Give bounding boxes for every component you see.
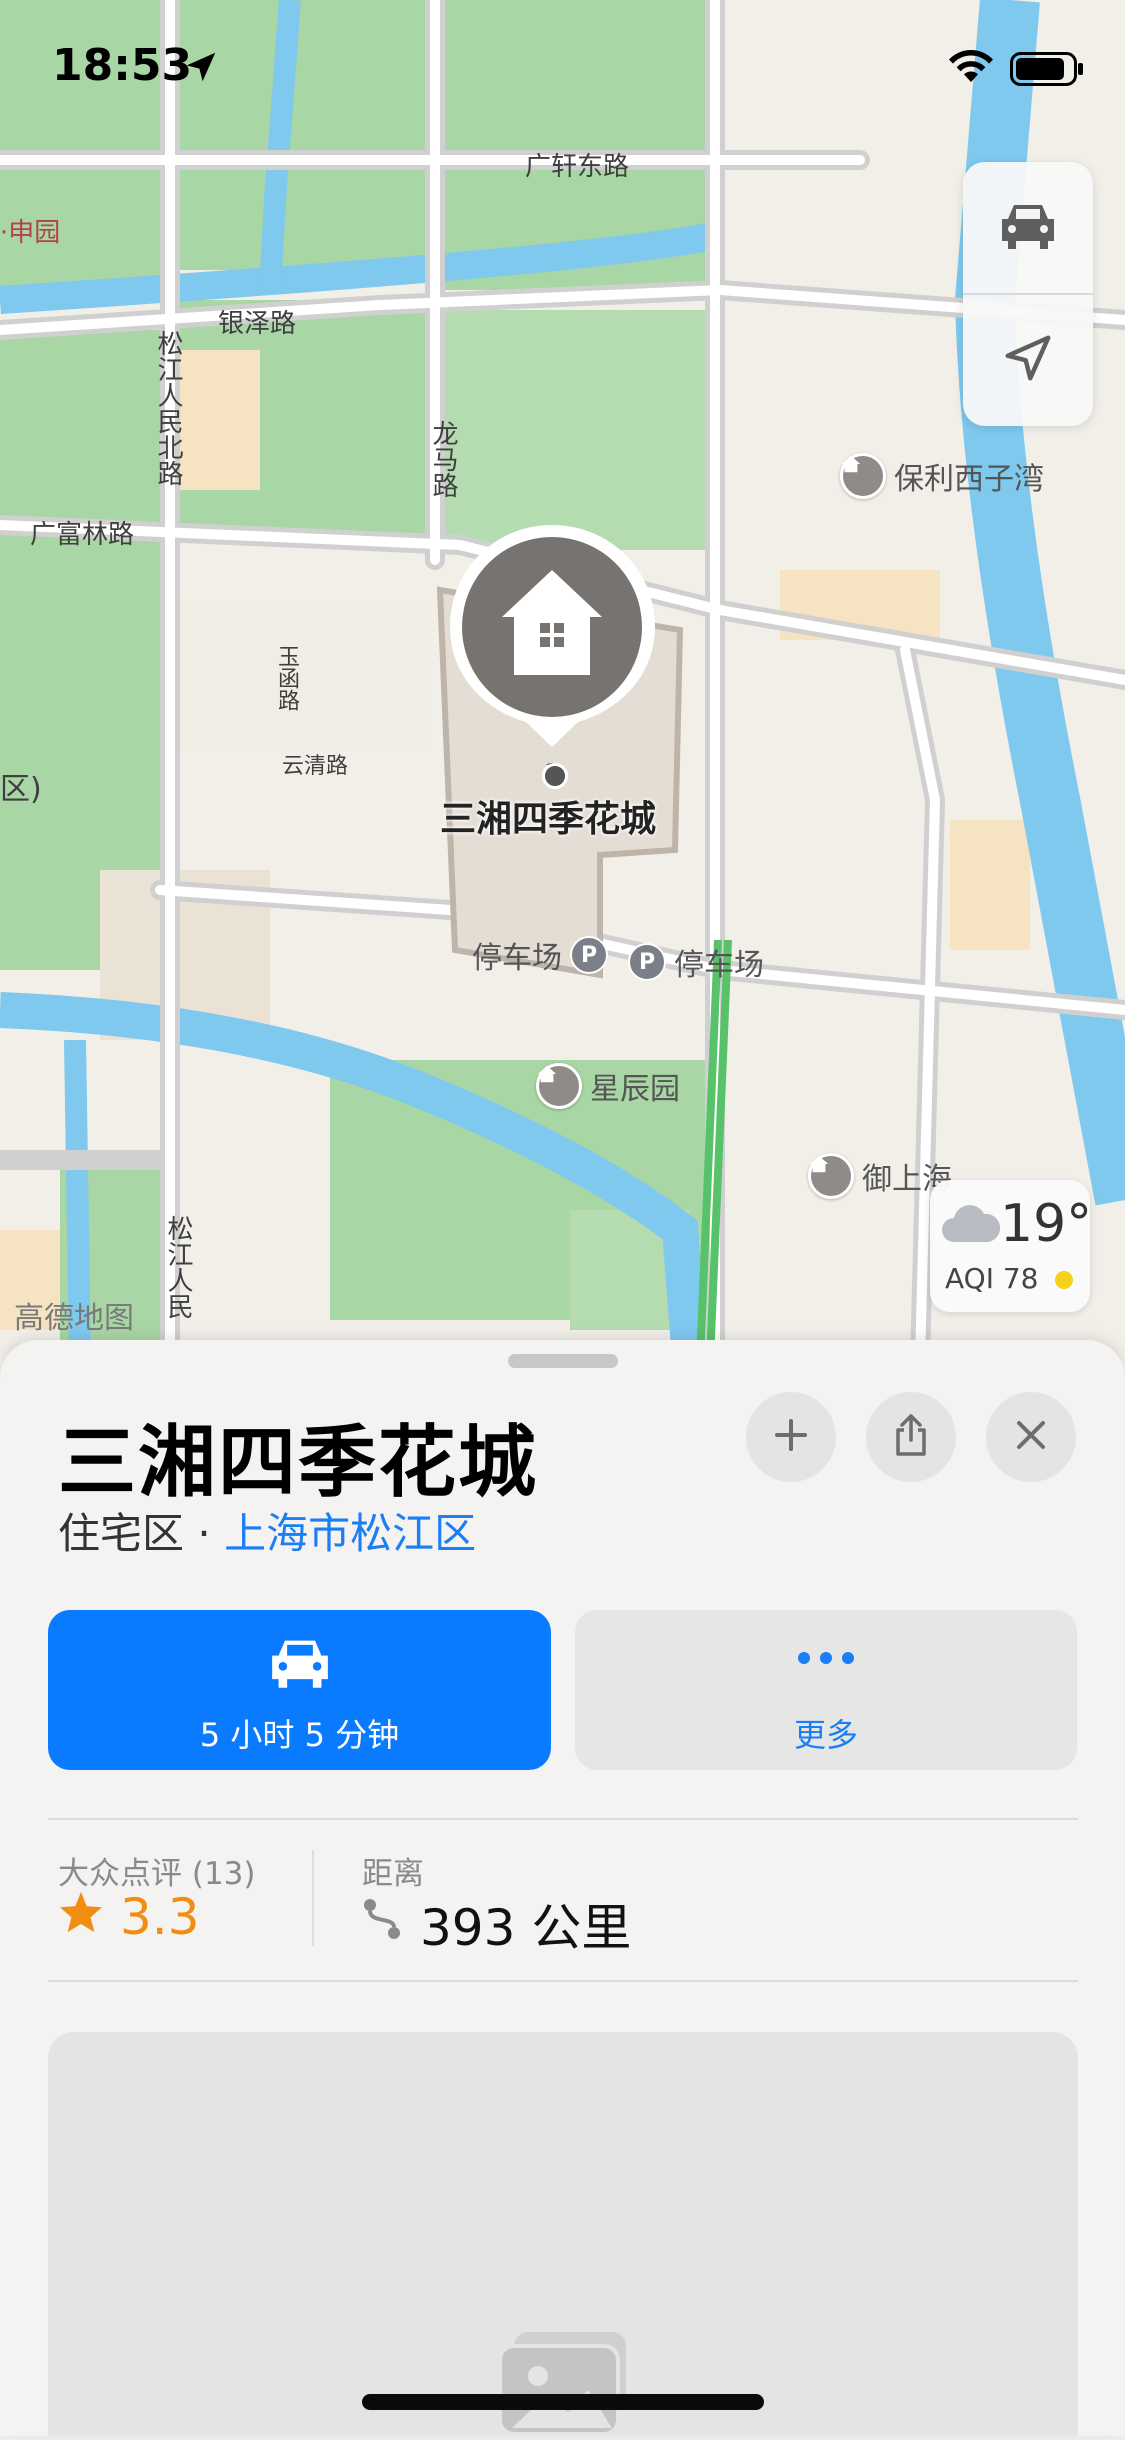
navigate-arrow-icon [1001,331,1055,389]
sheet-grabber[interactable] [508,1354,618,1368]
transport-mode-button[interactable] [963,162,1093,292]
road-label-vertical: 龙马路 [428,420,458,498]
parking-icon: P [570,936,608,974]
map-view[interactable]: 广轩东路 银泽路 广富林路 云清路 松江人民北路 龙马路 玉函路 松江人民 ·申… [0,0,1125,1360]
add-button[interactable] [746,1392,836,1482]
place-subtitle: 住宅区 · 上海市松江区 [58,1500,476,1561]
road-label: 广富林路 [30,520,135,550]
status-bar: 18:53 [0,0,1125,130]
map-attribution: 高德地图 [14,1301,134,1336]
divider [48,1980,1078,1982]
photo-placeholder[interactable] [48,2032,1078,2436]
share-icon [891,1412,931,1462]
district-label: 区) [0,772,42,807]
road-label: 银泽路 [218,309,297,339]
directions-button[interactable]: 5 小时 5 分钟 [48,1610,551,1770]
wifi-icon [947,48,995,88]
rating-value: 3.3 [120,1888,200,1946]
selected-place-pin[interactable] [450,525,655,765]
parking-icon: P [628,943,666,981]
distance-label: 距离 [362,1856,424,1892]
aqi-value: AQI 78 [945,1262,1039,1295]
pin-dot [542,763,568,789]
rating[interactable]: 3.3 [58,1888,200,1946]
parking-poi[interactable]: 停车场 P [472,933,608,977]
home-indicator[interactable] [362,2394,764,2410]
aqi-indicator [1055,1271,1073,1289]
more-label: 更多 [793,1716,858,1754]
district-label: ·申园 [0,218,61,248]
road-label: 广轩东路 [525,152,630,182]
stats-separator [312,1850,314,1946]
location-arrow-icon [182,48,220,90]
distance: 393 公里 [362,1888,631,1960]
subtitle-separator: · [184,1509,225,1558]
ellipsis-icon [796,1650,856,1670]
route-icon [362,1895,402,1953]
road-label-vertical: 松江人民 [163,1215,193,1319]
car-icon [264,1632,336,1696]
poi-baoli[interactable]: 保利西子湾 [840,453,1044,499]
plus-icon [771,1415,811,1459]
share-button[interactable] [866,1392,956,1482]
place-title: 三湘四季花城 [58,1418,539,1508]
map-controls [963,162,1093,426]
road-label-vertical: 玉函路 [274,645,299,711]
temperature: 19° [1000,1194,1093,1254]
star-icon [58,1888,104,1946]
place-card-sheet: 三湘四季花城 住宅区 · 上海市松江区 5 小时 5 分钟 更多 大众点评 (1… [0,1340,1125,2436]
parking-poi[interactable]: P 停车场 [628,940,764,984]
close-button[interactable] [986,1392,1076,1482]
rating-label: 大众点评 (13) [58,1856,256,1892]
road-label: 云清路 [282,754,349,779]
distance-value: 393 公里 [420,1899,632,1957]
place-category: 住宅区 [58,1509,185,1558]
locate-me-button[interactable] [963,295,1093,425]
cloud-icon [940,1202,1002,1250]
house-icon [536,1063,582,1109]
house-icon [840,453,886,499]
car-icon [996,197,1060,257]
battery-icon [1010,52,1084,90]
status-time: 18:53 [52,40,193,91]
house-icon [808,1153,854,1199]
weather-widget[interactable]: 19° AQI 78 [930,1180,1093,1312]
location-link[interactable]: 上海市松江区 [224,1509,476,1558]
close-icon [1013,1417,1049,1457]
directions-duration: 5 小时 5 分钟 [199,1716,400,1754]
divider [48,1818,1078,1820]
poi-xingchen[interactable]: 星辰园 [536,1063,680,1109]
road-label-vertical: 松江人民北路 [153,330,183,486]
more-button[interactable]: 更多 [575,1610,1077,1770]
pin-label: 三湘四季花城 [440,799,657,840]
photo-icon [496,2332,636,2440]
